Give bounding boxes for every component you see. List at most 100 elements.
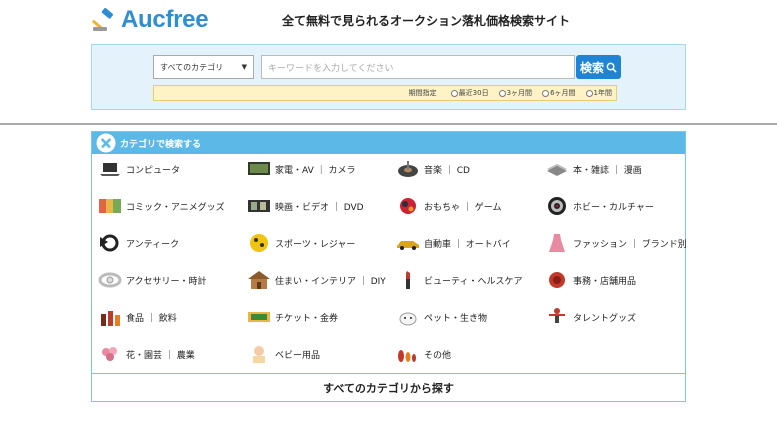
house-icon [248, 271, 270, 289]
category-label: コンピュータ [126, 165, 181, 176]
category-label: チケット・金券 [275, 313, 339, 324]
dolls-icon [398, 350, 416, 362]
category-item-toys[interactable]: おもちゃ ｜ ゲーム [396, 195, 501, 217]
category-item-books[interactable]: 本・雑誌 ｜ 漫画 [545, 158, 642, 180]
divider [0, 123, 777, 125]
search-icon [606, 62, 617, 73]
category-label: コミック・アニメグッズ [126, 202, 225, 213]
category-label: 住まい・インテリア ｜ DIY [275, 276, 386, 287]
category-grid: コンピュータ 家電・AV ｜ カメラ 音楽 ｜ CD 本・雑誌 ｜ 漫画 コミッ… [92, 154, 687, 374]
category-item-food[interactable]: 食品 ｜ 飲料 [98, 306, 177, 328]
radio-icon[interactable] [585, 89, 593, 97]
category-label: 花・園芸 ｜ 農業 [126, 350, 195, 361]
baby-icon [253, 346, 265, 363]
category-item-tickets[interactable]: チケット・金券 [247, 306, 338, 328]
tv-icon [248, 162, 270, 175]
toy-icon [400, 198, 416, 214]
category-label: ビューティ・ヘルスケア [424, 276, 523, 287]
ball-icon [250, 234, 268, 252]
watch-icon [98, 272, 122, 288]
period-option-label: 3ヶ月間 [506, 89, 533, 97]
keyword-placeholder: キーワードを入力してください [268, 63, 394, 74]
category-item-electronics[interactable]: 家電・AV ｜ カメラ [247, 158, 355, 180]
category-panel-header: カテゴリで検索する [92, 132, 685, 154]
category-item-hobby[interactable]: ホビー・カルチャー [545, 195, 654, 217]
category-label: ホビー・カルチャー [573, 202, 654, 213]
category-label: タレントグッズ [573, 313, 637, 324]
film-icon [248, 200, 270, 212]
all-categories-link[interactable]: すべてのカテゴリから探す [92, 373, 685, 401]
category-item-accessory[interactable]: アクセサリー・時計 [98, 269, 207, 291]
category-label: スポーツ・レジャー [275, 239, 356, 250]
site-logo[interactable]: Aucfree [92, 6, 209, 34]
category-label: ペット・生き物 [424, 313, 488, 324]
search-button[interactable]: 検索 [576, 55, 621, 79]
category-label: 映画・ビデオ ｜ DVD [275, 202, 364, 213]
stamp-icon [549, 272, 565, 288]
lipstick-icon [406, 271, 410, 289]
period-option-3m[interactable]: 3ヶ月間 [498, 88, 533, 98]
star-figure-icon [549, 308, 565, 323]
period-option-6m[interactable]: 6ヶ月間 [542, 88, 576, 98]
category-item-music[interactable]: 音楽 ｜ CD [396, 158, 470, 180]
radio-icon[interactable] [498, 89, 506, 97]
book-icon [547, 164, 567, 176]
period-option-30d[interactable]: 最近30日 [450, 88, 489, 98]
category-label: ベビー用品 [275, 350, 321, 361]
category-select-value: すべてのカテゴリ [160, 62, 224, 72]
category-item-fashion[interactable]: ファッション ｜ ブランド別 [545, 232, 687, 254]
search-button-label: 検索 [579, 60, 604, 75]
period-option-1y[interactable]: 1年間 [585, 88, 612, 98]
period-option-label: 6ヶ月間 [550, 89, 576, 97]
category-item-computer[interactable]: コンピュータ [98, 158, 180, 180]
category-item-garden[interactable]: 花・園芸 ｜ 農業 [98, 343, 195, 365]
category-item-comic[interactable]: コミック・アニメグッズ [98, 195, 225, 217]
category-item-antique[interactable]: アンティーク [98, 232, 179, 254]
category-label: おもちゃ ｜ ゲーム [424, 202, 502, 213]
category-label: ファッション ｜ ブランド別 [573, 239, 687, 250]
category-label: 家電・AV ｜ カメラ [275, 165, 356, 176]
category-label: アクセサリー・時計 [126, 276, 207, 287]
period-option-label: 最近30日 [458, 89, 489, 97]
laptop-icon [100, 163, 120, 176]
radio-icon[interactable] [450, 89, 458, 97]
keyword-input[interactable]: キーワードを入力してください [261, 55, 575, 79]
chevron-down-icon: ▼ [241, 63, 247, 71]
category-item-auto[interactable]: 自動車 ｜ オートバイ [396, 232, 511, 254]
comic-icon [99, 199, 121, 213]
category-label: アンティーク [126, 239, 180, 250]
radio-icon[interactable] [542, 89, 550, 97]
category-item-baby[interactable]: ベビー用品 [247, 343, 320, 365]
gavel-icon [92, 7, 114, 31]
category-item-office[interactable]: 事務・店舗用品 [545, 269, 636, 291]
dog-icon [399, 312, 417, 326]
flower-icon [102, 347, 117, 361]
ticket-icon [248, 312, 270, 322]
category-label: 食品 ｜ 飲料 [126, 313, 177, 324]
category-item-other[interactable]: その他 [396, 343, 451, 365]
bottles-icon [101, 311, 120, 326]
car-icon [397, 241, 419, 250]
category-item-pets[interactable]: ペット・生き物 [396, 306, 487, 328]
period-option-label: 1年間 [593, 89, 612, 97]
category-label: 本・雑誌 ｜ 漫画 [573, 165, 642, 176]
logo-text: Aucfree [121, 6, 209, 33]
gramophone-icon [100, 234, 119, 252]
category-label: 事務・店舗用品 [573, 276, 637, 287]
category-label: 自動車 ｜ オートバイ [424, 239, 511, 250]
category-item-home[interactable]: 住まい・インテリア ｜ DIY [247, 269, 386, 291]
dress-icon [549, 234, 565, 252]
category-select[interactable]: すべてのカテゴリ ▼ [153, 55, 254, 79]
category-item-talent[interactable]: タレントグッズ [545, 306, 636, 328]
category-item-sports[interactable]: スポーツ・レジャー [247, 232, 355, 254]
site-tagline: 全て無料で見られるオークション落札価格検索サイト [282, 14, 571, 28]
category-label: その他 [424, 350, 452, 361]
period-filter: 期間指定 最近30日 3ヶ月間 6ヶ月間 1年間 [153, 85, 617, 101]
category-item-movies[interactable]: 映画・ビデオ ｜ DVD [247, 195, 364, 217]
tools-icon [96, 133, 116, 153]
category-panel: カテゴリで検索する コンピュータ 家電・AV ｜ カメラ 音楽 ｜ CD 本・雑… [91, 131, 687, 402]
category-item-beauty[interactable]: ビューティ・ヘルスケア [396, 269, 522, 291]
period-label: 期間指定 [408, 89, 437, 97]
search-panel: すべてのカテゴリ ▼ キーワードを入力してください 検索 期間指定 最近30日 … [91, 44, 686, 110]
site-header: Aucfree 全て無料で見られるオークション落札価格検索サイト [0, 0, 777, 40]
